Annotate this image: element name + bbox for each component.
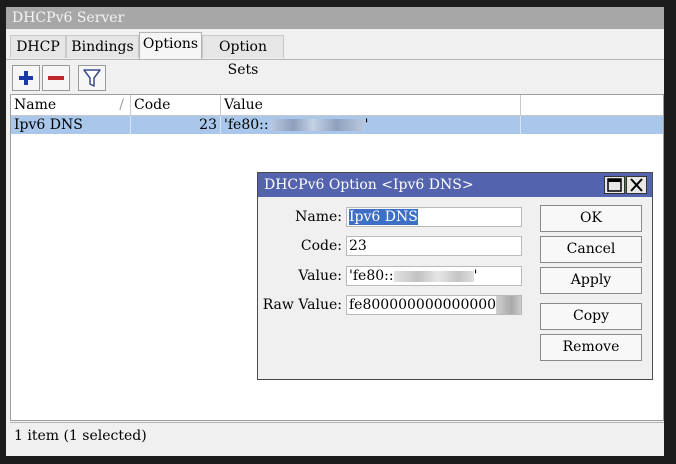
table-row[interactable]: Ipv6 DNS 23 'fe80:: ' (11, 116, 663, 134)
column-header-value[interactable]: Value (221, 95, 521, 115)
close-icon (630, 178, 643, 192)
tab-option-sets[interactable]: Option Sets (202, 35, 284, 78)
redacted-value (269, 119, 365, 131)
remove-option-button[interactable]: Remove (540, 334, 642, 361)
remove-button[interactable] (42, 65, 70, 91)
copy-button[interactable]: Copy (540, 303, 642, 330)
tab-dhcp[interactable]: DHCP (10, 35, 66, 58)
table-header: Name / Code Value (11, 95, 663, 116)
value-field[interactable]: 'fe80:: ' (346, 266, 522, 286)
status-bar: 1 item (1 selected) (10, 422, 664, 448)
close-button[interactable] (626, 176, 647, 194)
apply-button[interactable]: Apply (540, 267, 642, 294)
name-field[interactable]: Ipv6 DNS (346, 207, 522, 227)
option-dialog: DHCPv6 Option <Ipv6 DNS> Name: Ipv6 DNS … (257, 172, 653, 380)
cell-name: Ipv6 DNS (11, 116, 131, 134)
redacted-raw-value (496, 296, 521, 314)
filter-button[interactable] (78, 65, 106, 91)
add-icon (19, 71, 33, 85)
column-header-code[interactable]: Code (131, 95, 221, 115)
window-title: DHCPv6 Server (6, 7, 664, 29)
code-label: Code: (300, 238, 342, 254)
ok-button[interactable]: OK (540, 205, 642, 232)
remove-icon (48, 76, 64, 80)
tab-bindings[interactable]: Bindings (66, 35, 139, 58)
tab-bar: DHCP Bindings Options Option Sets (6, 29, 664, 78)
toolbar (6, 60, 664, 94)
dialog-title: DHCPv6 Option <Ipv6 DNS> (258, 173, 652, 197)
raw-value-label: Raw Value: (262, 297, 342, 313)
column-header-name[interactable]: Name / (11, 95, 131, 115)
cell-code: 23 (131, 116, 221, 134)
raw-value-field[interactable]: fe800000000000000 (346, 295, 522, 315)
cancel-button[interactable]: Cancel (540, 236, 642, 263)
redacted-value (393, 270, 474, 282)
value-label: Value: (298, 268, 342, 284)
maximize-icon (607, 178, 622, 192)
filter-icon (83, 69, 101, 87)
maximize-button[interactable] (604, 176, 625, 194)
add-button[interactable] (12, 65, 40, 91)
sort-icon: / (119, 97, 124, 113)
name-label: Name: (295, 209, 342, 225)
code-field[interactable]: 23 (346, 236, 522, 256)
cell-value: 'fe80:: ' (221, 116, 521, 134)
tab-options[interactable]: Options (139, 32, 202, 59)
